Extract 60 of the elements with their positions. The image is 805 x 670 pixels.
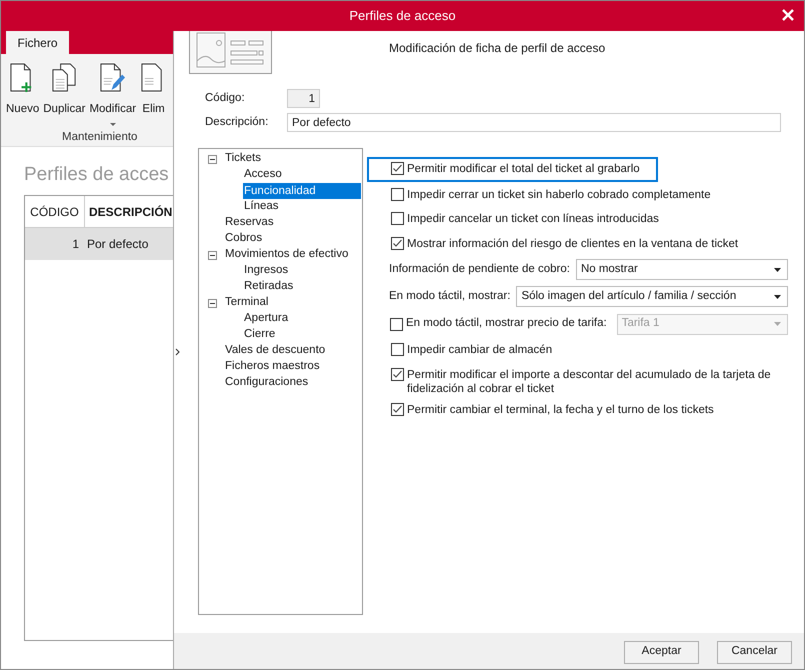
option-label[interactable]: Permitir modificar el importe a descontar del acumulado de la tarjeta de fidelización al cobrar el ticket xyxy=(407,368,787,396)
dropdown[interactable]: Sólo imagen del artículo / familia / sección xyxy=(516,286,788,307)
tree-item[interactable]: Funcionalidad xyxy=(243,183,361,199)
dropdown-arrow-icon xyxy=(774,294,781,298)
tree-item[interactable]: Cobros xyxy=(224,230,262,248)
code-field[interactable]: 1 xyxy=(287,89,320,108)
dropdown-arrow-icon xyxy=(774,268,781,272)
description-field[interactable]: Por defecto xyxy=(287,113,781,132)
tree-item[interactable]: Retiradas xyxy=(243,278,294,296)
close-icon[interactable] xyxy=(782,9,794,21)
option-label: Información de pendiente de cobro: xyxy=(389,262,570,277)
ribbon-button[interactable]: Nuevo xyxy=(5,62,40,129)
option-label[interactable]: Mostrar información del riesgo de clientes en la ventana de ticket xyxy=(407,236,738,250)
checked-checkbox[interactable] xyxy=(391,368,404,380)
tree-item[interactable]: Terminal xyxy=(224,294,268,312)
accept-button[interactable]: Aceptar xyxy=(624,640,699,664)
option-label[interactable]: Impedir cancelar un ticket con líneas introducidas xyxy=(407,212,659,226)
tree-item[interactable]: Acceso xyxy=(243,166,282,184)
ribbon-button[interactable]: Elim xyxy=(139,62,168,129)
ribbon-button[interactable]: Modificar xyxy=(88,62,138,129)
checked-checkbox[interactable] xyxy=(391,402,404,416)
option-label[interactable]: Impedir cerrar un ticket sin haberlo cobrado completamente xyxy=(407,188,711,202)
dropdown[interactable]: No mostrar xyxy=(576,259,788,280)
tree-item[interactable]: Apertura xyxy=(243,310,288,328)
document-pencil-icon xyxy=(99,62,126,93)
checked-checkbox[interactable] xyxy=(391,236,404,250)
option-label: En modo táctil, mostrar: xyxy=(389,288,510,304)
ribbon-button[interactable]: Duplicar xyxy=(42,62,86,129)
field-label: Descripción: xyxy=(205,114,270,130)
collapse-icon[interactable] xyxy=(208,298,217,308)
ribbon-group-label: Mantenimiento xyxy=(62,130,138,145)
column-header[interactable]: CÓDIGO xyxy=(25,196,85,227)
tree-item[interactable]: Tickets xyxy=(224,150,261,168)
copy-documents-icon xyxy=(50,62,78,93)
dialog-title: Modificación de ficha de perfil de acceso xyxy=(389,40,606,57)
tree-item[interactable]: Cierre xyxy=(243,326,276,344)
field-label: Código: xyxy=(205,90,246,106)
option-label[interactable]: Impedir cambiar de almacén xyxy=(407,343,552,357)
tree-item[interactable]: Ficheros maestros xyxy=(224,358,320,376)
option-label[interactable]: Permitir modificar el total del ticket al grabarlo xyxy=(407,162,640,176)
column-header[interactable]: DESCRIPCIÓN xyxy=(85,202,172,220)
cancel-button[interactable]: Cancelar xyxy=(717,640,792,664)
page-heading: Perfiles de acces xyxy=(24,163,169,187)
tree-item[interactable]: Reservas xyxy=(224,214,274,232)
tree-item[interactable]: Ingresos xyxy=(243,262,288,280)
checked-checkbox[interactable] xyxy=(391,162,404,175)
tree-item[interactable]: Configuraciones xyxy=(224,374,308,392)
tree-item[interactable]: Movimientos de efectivo xyxy=(224,246,348,264)
collapse-icon[interactable] xyxy=(208,154,217,164)
checkbox[interactable] xyxy=(391,212,404,225)
collapse-icon[interactable] xyxy=(208,250,217,260)
window-title: Perfiles de acceso xyxy=(349,7,456,26)
checkbox[interactable] xyxy=(391,343,404,356)
ribbon-tab[interactable]: Fichero xyxy=(6,31,69,54)
dropdown-arrow-icon xyxy=(774,322,781,326)
tree-item[interactable]: Vales de descuento xyxy=(224,342,326,360)
chevron-icon[interactable] xyxy=(175,348,180,356)
tree-item[interactable]: Líneas xyxy=(243,198,279,216)
checkbox[interactable] xyxy=(391,188,404,200)
option-label[interactable]: Permitir cambiar el terminal, la fecha y el turno de los tickets xyxy=(407,402,714,416)
